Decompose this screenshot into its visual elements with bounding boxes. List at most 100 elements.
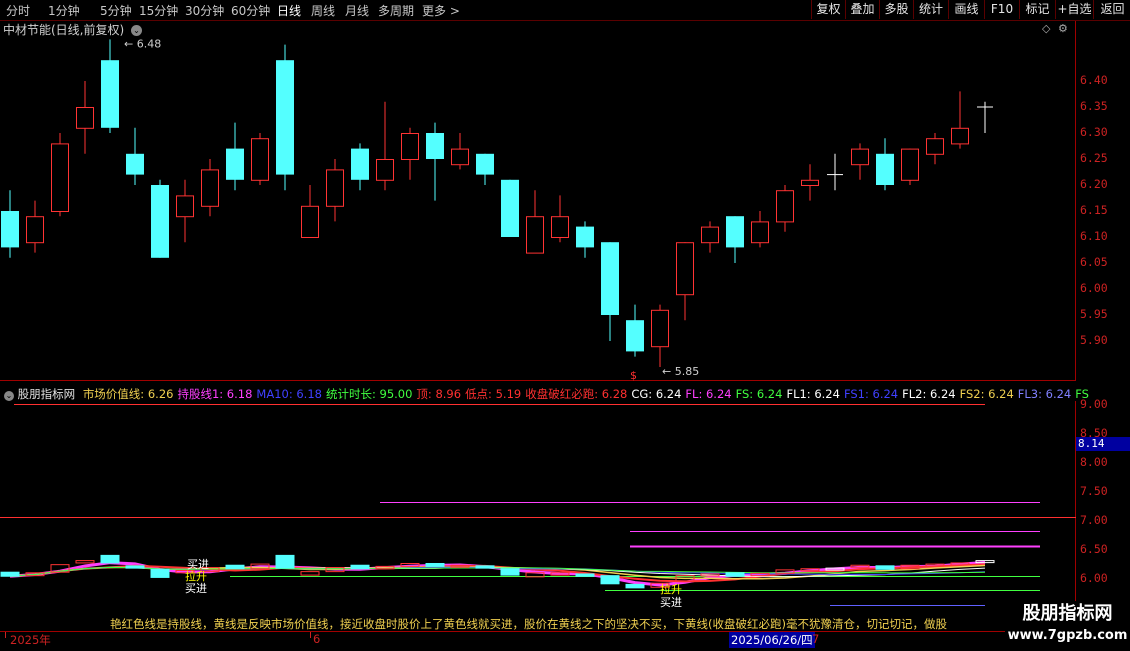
candle: [476, 153, 494, 185]
candle: [76, 81, 94, 154]
f10-button[interactable]: F10: [984, 0, 1019, 19]
multi-stock-button[interactable]: 多股: [879, 0, 913, 19]
stats-button[interactable]: 统计: [913, 0, 948, 19]
candle-body: [676, 242, 694, 296]
ind-tick: 6.00: [1080, 571, 1108, 585]
period-15min[interactable]: 15分钟: [139, 2, 178, 19]
price-tick: 5.95: [1080, 307, 1108, 321]
candle: [426, 122, 444, 201]
candle-body: [801, 179, 819, 187]
indicator-item: FS: 6.24: [735, 387, 783, 401]
ind-tick: 7.00: [1080, 513, 1108, 527]
price-tick: 6.20: [1080, 177, 1108, 191]
candle: [126, 127, 144, 185]
back-button[interactable]: 返回: [1093, 0, 1130, 19]
period-1min[interactable]: 1分钟: [48, 2, 80, 19]
month-label: 6: [313, 632, 321, 646]
ind-tick: 8.00: [1080, 455, 1108, 469]
candle-body: [76, 107, 94, 129]
indicator-item: FS2: 6.24: [959, 387, 1014, 401]
candle-body: [651, 309, 669, 348]
candle-body: [451, 148, 469, 166]
indicator-chart[interactable]: [0, 401, 1076, 631]
date-tick: [5, 632, 6, 638]
low-label: ← 5.85: [662, 365, 699, 378]
period-30min[interactable]: 30分钟: [185, 2, 224, 19]
candle: [276, 44, 294, 191]
mini-candle: [100, 554, 120, 564]
period-more[interactable]: 更多 >: [422, 2, 460, 19]
mini-candle: [0, 571, 20, 577]
period-intraday[interactable]: 分时: [6, 2, 30, 19]
price-tick: 6.00: [1080, 281, 1108, 295]
mini-candle: [725, 572, 745, 577]
candle: [376, 101, 394, 191]
mini-candle: [475, 565, 495, 569]
adjust-button[interactable]: 复权: [811, 0, 845, 19]
candle: [451, 133, 469, 170]
candle: [901, 148, 919, 185]
year-label: 2025年: [10, 633, 51, 647]
buy-signal: 买进: [660, 596, 682, 609]
watermark-url: www.7gpzb.com: [1007, 628, 1128, 643]
mark-button[interactable]: 标记: [1019, 0, 1055, 19]
indicator-item: FL1: 6.24: [786, 387, 840, 401]
collapse-icon[interactable]: ⌄: [4, 391, 14, 401]
price-chart[interactable]: ← 6.48 ← 5.85 $: [0, 21, 1076, 381]
mini-candle: [875, 565, 895, 570]
candle: [676, 242, 694, 321]
candle: [951, 91, 969, 149]
candle: [701, 221, 719, 253]
candle: [977, 101, 993, 133]
ind-tick: 7.50: [1080, 484, 1108, 498]
candle: [101, 39, 119, 133]
draw-button[interactable]: 画线: [948, 0, 984, 19]
price-tick: 6.35: [1080, 99, 1108, 113]
price-tick: 6.40: [1080, 73, 1108, 87]
mini-candle: [600, 575, 620, 585]
candle-body: [751, 221, 769, 244]
candle: [801, 164, 819, 201]
candle-body: [351, 148, 369, 180]
candle: [551, 195, 569, 243]
mini-candle: [150, 568, 170, 578]
candle-body: [151, 185, 169, 258]
candle-body: [51, 143, 69, 212]
period-weekly[interactable]: 周线: [311, 2, 335, 19]
period-daily[interactable]: 日线: [277, 2, 301, 19]
period-60min[interactable]: 60分钟: [231, 2, 270, 19]
candle-body: [901, 148, 919, 181]
indicator-item: 收盘破红必跑: 6.28: [525, 387, 628, 401]
ind-tick: 9.00: [1080, 397, 1108, 411]
period-monthly[interactable]: 月线: [345, 2, 369, 19]
candle-body: [526, 216, 544, 254]
candle-body: [401, 133, 419, 160]
candle-body: [176, 195, 194, 218]
mini-candle: [125, 565, 145, 569]
period-multi[interactable]: 多周期: [378, 2, 414, 19]
candle: [526, 190, 544, 254]
candle-body: [476, 153, 494, 175]
candle-body: [851, 148, 869, 166]
watermark: 股朋指标网 www.7gpzb.com: [1005, 601, 1130, 650]
candle-body: [601, 242, 619, 315]
candle: [926, 133, 944, 165]
candle: [26, 200, 44, 253]
candle-body: [301, 205, 319, 239]
add-watchlist-button[interactable]: +自选: [1055, 0, 1093, 19]
indicator-item: FS1: 6.24: [843, 387, 899, 401]
mini-candle: [625, 583, 645, 589]
candle: [501, 179, 519, 237]
mini-candle: [500, 568, 520, 576]
indicator-values: 市场价值线: 6.26 持股线1: 6.18 MA10: 6.18 统计时长: 95.…: [79, 387, 1089, 401]
date-tick: [310, 632, 311, 638]
candle-body: [226, 148, 244, 180]
overlay-button[interactable]: 叠加: [845, 0, 879, 19]
indicator-item: FL3: 6.24: [1017, 387, 1072, 401]
indicator-item: FL2: 6.24: [902, 387, 956, 401]
mini-candle: [350, 564, 370, 570]
candle: [301, 185, 319, 239]
candle: [851, 143, 869, 180]
period-5min[interactable]: 5分钟: [100, 2, 132, 19]
price-tick: 6.30: [1080, 125, 1108, 139]
